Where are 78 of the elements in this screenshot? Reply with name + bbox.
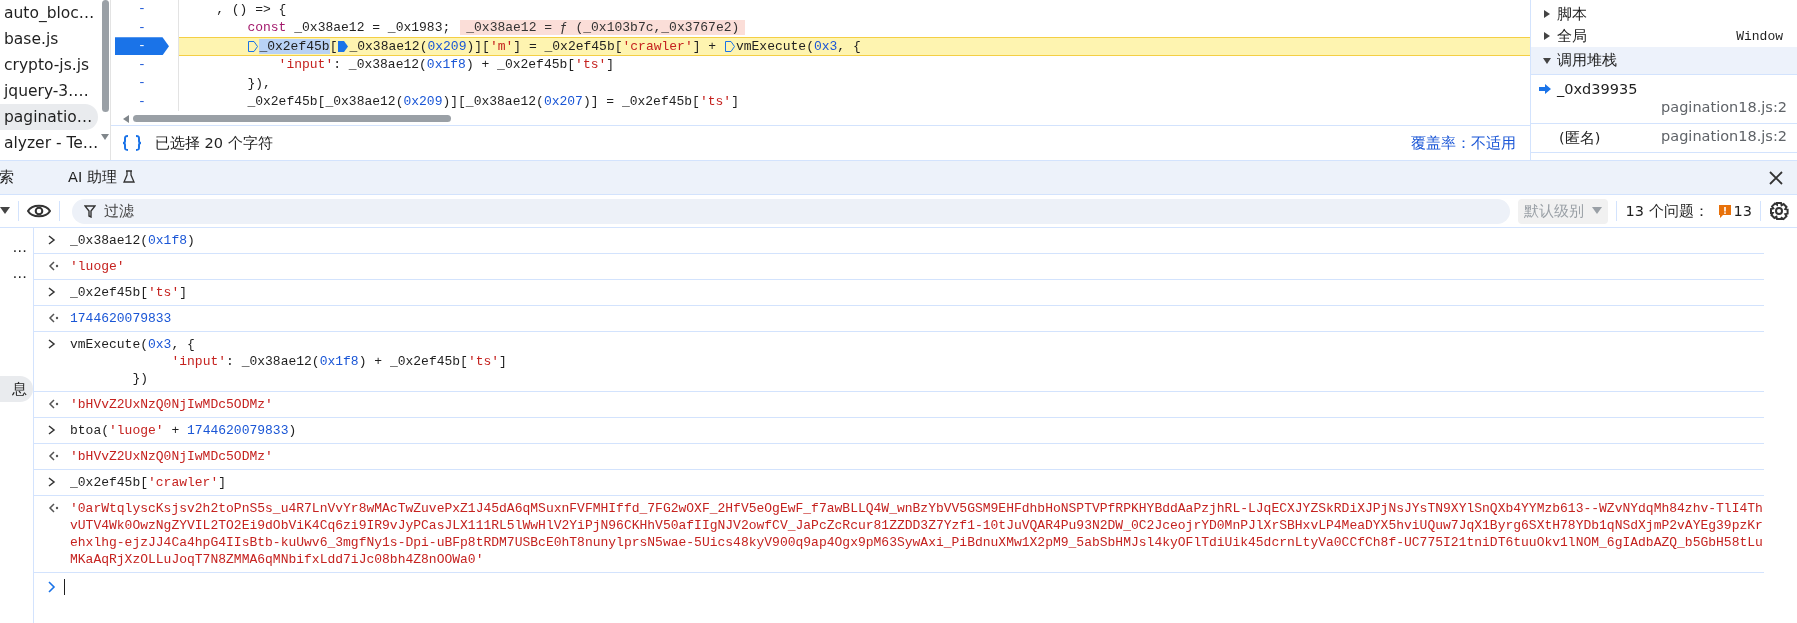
code-text: vmExecute(0x3, { — [735, 38, 861, 54]
eye-icon[interactable] — [27, 203, 51, 219]
scrollbar-thumb[interactable] — [101, 0, 109, 112]
file-item[interactable]: alyzer - Te… — [0, 130, 98, 156]
output-arrow-icon — [48, 261, 59, 271]
close-icon[interactable] — [1769, 170, 1783, 185]
section-header[interactable]: 脚本 — [1557, 4, 1587, 24]
input-chevron-icon — [48, 339, 56, 349]
file-item[interactable]: paginatio… — [0, 104, 98, 130]
file-item[interactable]: jquery-3.… — [0, 78, 98, 104]
section-header[interactable]: 全局 — [1557, 26, 1587, 46]
inline-value: _0x38ae12 = ƒ (_0x103b7c,_0x3767e2) — [460, 20, 746, 36]
command-text: _0x2ef45b['crawler'] — [70, 474, 228, 491]
caret-icon — [1592, 207, 1603, 215]
issues-label: 13 个问题： — [1625, 201, 1709, 221]
sidebar-item[interactable]: … — [0, 260, 33, 286]
line-marker[interactable]: - — [115, 18, 169, 37]
triangle-icon[interactable] — [1543, 56, 1551, 65]
code-text: , () => { — [215, 1, 287, 17]
stack-frame[interactable]: _0xd39935 — [1557, 81, 1638, 97]
scope-value: Window — [1736, 28, 1783, 44]
code-text: _0x2ef45b[_0x38ae12(0x209)][_0x38ae12(0x207)] = _0x2ef45b['ts'] — [246, 94, 739, 110]
sidebar-item[interactable]: … — [0, 234, 33, 260]
coverage-link[interactable]: 覆盖率：不适用 — [1411, 133, 1516, 153]
file-item[interactable]: base.js — [0, 26, 98, 52]
code-text: _0x38ae12(0x209)]['m'] = _0x2ef45b['crawler'] + — [349, 38, 718, 54]
selected-text: _0x2ef45b — [259, 38, 330, 54]
pretty-print-icon[interactable] — [121, 134, 143, 152]
file-item[interactable]: crypto-js.js — [0, 52, 98, 78]
section-header[interactable]: 调用堆栈 — [1557, 51, 1617, 70]
output-arrow-icon — [48, 451, 59, 461]
filter-icon — [84, 204, 96, 218]
scrollbar-thumb[interactable] — [133, 115, 451, 122]
text-cursor — [64, 579, 65, 595]
breakpoint-marker[interactable]: - — [115, 37, 169, 56]
filter-field[interactable]: 过滤 — [72, 198, 1511, 224]
result-text: 'bHVvZ2UxNzQ0NjIwMDc5ODMz' — [70, 448, 274, 465]
prompt-chevron-icon — [48, 581, 56, 593]
input-chevron-icon — [48, 425, 56, 435]
result-text: '0arWtqlyscKsjsv2h2toPnS5s_u4R7LnVvYr8wMAcTwZuvePxZ1J45dA6qMSuxnFVFMHIffd_7FG2wOXF_2HfV5eOgEwF_f7awBLLQ4W_wnBzYbVV5GSM9EHFdhbHoNSPTVPfRPKHYBddAaPzjhRL-LJqECXJYZSkRDiXJPjNsJYsTN9XYlSnQXb4YYMzb613--WZvNYdqMh84zhv-TlI4ThvUTV4Wk0OwzNgZYVIL2TO2Ei9dObViK4Cq6zi9IR9vJyPCasJLX111RL5lWwHlV2YiPjN96CKHhV50afIIgNJV2owfCV_JaPcZcRcur81ZZDD3Z7Yzf1-10tJuVQAR4Pu93N2DW_0C2JceojrYD0MnPJlXrSBHxvLP4MeaDYX5hviUQuw7JqX1Byrg6SXtH78YDb1qNSdXjmP2vAYEg39pzKrehxlhg-ejzJJ4Ca4hpG4IIsBtb-kuUwv6_3mgfNy1s-Dpi-uBFp8tRDM7USBcE0hT8nunylprsN5wae-5Uics48kyV900q9ap4Ogx9pM63SywAxi_PiBdnuXMw1X2pM9_5abSbHMJsl4kyOFlTdiUik45dcrnLtyVa0CCfCh8f-UC775I21tniDT6tuuOkv1lNOM_6gIAdbAZQ_b5GbH58tLuMKaAqRjXzOLLuJoqT7N8ZMMA6qMNbifxLdd7iJc08bh4Z8nOOWa0' — [70, 500, 1764, 568]
issue-icon — [1718, 204, 1731, 218]
code-text: const _0x38ae12 = _0x1983; — [246, 20, 451, 36]
command-text: _0x38ae12(0x1f8) — [70, 232, 196, 249]
issues-counter[interactable]: 13 — [1718, 203, 1752, 219]
frame-location: pagination18.js:2 — [1661, 128, 1787, 146]
result-text: 'bHVvZ2UxNzQ0NjIwMDc5ODMz' — [70, 396, 274, 413]
command-text: _0x2ef45b['ts'] — [70, 284, 189, 301]
line-marker[interactable]: - — [115, 92, 169, 111]
dropdown-caret-icon[interactable] — [0, 207, 10, 215]
file-item[interactable]: auto_bloc… — [0, 0, 98, 26]
triangle-icon[interactable] — [1543, 10, 1551, 18]
line-marker[interactable]: - — [115, 0, 169, 19]
settings-icon[interactable] — [1769, 201, 1789, 221]
code-text: [ — [329, 38, 338, 54]
drawer-tab[interactable]: 索 — [0, 161, 14, 194]
triangle-icon[interactable] — [1543, 32, 1551, 40]
code-text: 'input': _0x38ae12(0x1f8) + _0x2ef45b['ts'] — [277, 57, 615, 73]
stack-frame[interactable]: (匿名) — [1559, 128, 1601, 148]
command-text: vmExecute(0x3, { 'input': _0x38ae12(0x1f8) + _0x2ef45b['ts'] }) — [70, 336, 508, 387]
frame-location: pagination18.js:2 — [1661, 99, 1787, 117]
command-text: btoa('luoge' + 1744620079833) — [70, 422, 298, 439]
code-text: }), — [246, 75, 271, 91]
drawer-tab[interactable]: AI 助理 — [54, 161, 149, 194]
output-arrow-icon — [48, 313, 59, 323]
sidebar-item[interactable]: 息 — [0, 376, 33, 402]
selection-status: 已选择 20 个字符 — [155, 133, 273, 153]
line-marker[interactable]: - — [115, 55, 169, 74]
result-text: 'luoge' — [70, 258, 126, 275]
input-chevron-icon — [48, 477, 56, 487]
flask-icon — [122, 170, 135, 183]
line-marker[interactable]: - — [115, 74, 169, 93]
scroll-left-icon[interactable] — [123, 114, 129, 123]
input-chevron-icon — [48, 287, 56, 297]
output-arrow-icon — [48, 399, 59, 409]
input-chevron-icon — [48, 235, 56, 245]
scroll-down-icon[interactable] — [101, 134, 109, 140]
output-arrow-icon — [48, 503, 59, 513]
result-text: 1744620079833 — [70, 310, 173, 327]
